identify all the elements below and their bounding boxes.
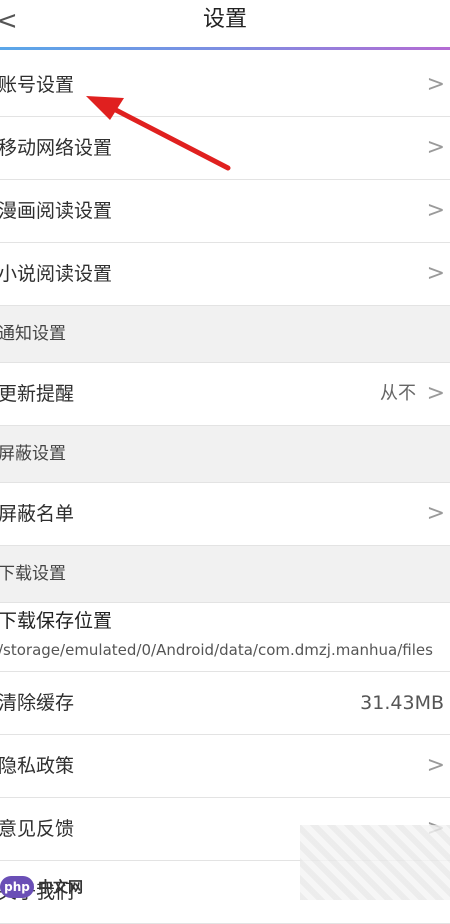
section-header-blocking: 屏蔽设置 bbox=[0, 426, 450, 483]
download-path: /storage/emulated/0/Android/data/com.dmz… bbox=[0, 641, 433, 659]
chevron-right-icon: > bbox=[426, 381, 445, 406]
app-header: < 设置 bbox=[0, 0, 450, 50]
section-header-notifications: 通知设置 bbox=[0, 306, 450, 363]
chevron-right-icon: > bbox=[426, 135, 445, 160]
cache-size-value: 31.43MB bbox=[360, 692, 444, 714]
section-title: 通知设置 bbox=[0, 324, 66, 344]
row-comic-reading-settings[interactable]: 漫画阅读设置 > bbox=[0, 180, 450, 243]
section-title: 下载设置 bbox=[0, 564, 66, 584]
section-header-downloads: 下载设置 bbox=[0, 546, 450, 603]
row-mobile-network-settings[interactable]: 移动网络设置 > bbox=[0, 117, 450, 180]
row-clear-cache[interactable]: 清除缓存 31.43MB bbox=[0, 672, 450, 735]
settings-list: 账号设置 > 移动网络设置 > 漫画阅读设置 > 小说阅读设置 > 通知设置 更… bbox=[0, 54, 450, 924]
row-novel-reading-settings[interactable]: 小说阅读设置 > bbox=[0, 243, 450, 306]
row-label: 隐私政策 bbox=[0, 755, 75, 777]
php-logo-icon: php bbox=[0, 876, 34, 898]
header-gradient-divider bbox=[0, 47, 450, 50]
row-label: 屏蔽名单 bbox=[0, 503, 75, 525]
row-label: 小说阅读设置 bbox=[0, 263, 113, 285]
row-label: 账号设置 bbox=[0, 74, 75, 96]
chevron-right-icon: > bbox=[426, 753, 445, 778]
chevron-right-icon: > bbox=[426, 72, 445, 97]
section-title: 屏蔽设置 bbox=[0, 444, 66, 464]
watermark-text: 中文网 bbox=[38, 878, 84, 896]
watermark: php 中文网 bbox=[0, 872, 96, 900]
row-label: 下载保存位置 bbox=[0, 610, 113, 632]
row-label: 清除缓存 bbox=[0, 692, 75, 714]
chevron-right-icon: > bbox=[426, 198, 445, 223]
blurred-overlay bbox=[300, 825, 450, 900]
row-label: 更新提醒 bbox=[0, 383, 75, 405]
page-title: 设置 bbox=[202, 7, 247, 32]
row-label: 意见反馈 bbox=[0, 818, 75, 840]
chevron-right-icon: > bbox=[426, 261, 445, 286]
update-reminder-value: 从不 bbox=[380, 383, 416, 404]
chevron-right-icon: > bbox=[426, 501, 445, 526]
row-update-reminder[interactable]: 更新提醒 从不 > bbox=[0, 363, 450, 426]
row-download-location[interactable]: 下载保存位置 /storage/emulated/0/Android/data/… bbox=[0, 603, 450, 672]
row-block-list[interactable]: 屏蔽名单 > bbox=[0, 483, 450, 546]
row-label: 移动网络设置 bbox=[0, 137, 113, 159]
row-label: 漫画阅读设置 bbox=[0, 200, 113, 222]
row-privacy-policy[interactable]: 隐私政策 > bbox=[0, 735, 450, 798]
row-account-settings[interactable]: 账号设置 > bbox=[0, 54, 450, 117]
